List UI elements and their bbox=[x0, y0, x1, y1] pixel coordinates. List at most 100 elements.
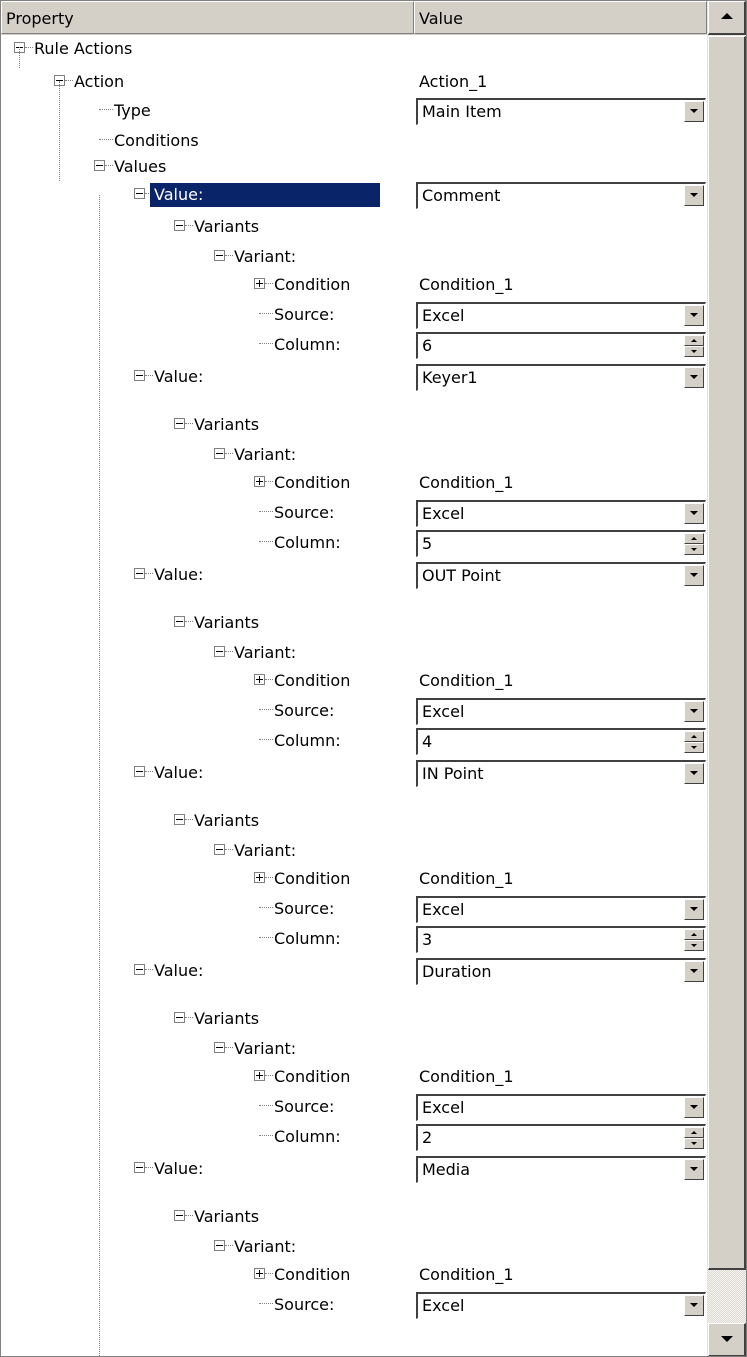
value-dropdown[interactable]: Main Item bbox=[416, 98, 706, 125]
collapse-icon[interactable] bbox=[174, 1012, 185, 1023]
tree-row-column[interactable]: Column: 6 bbox=[1, 331, 707, 359]
value-dropdown[interactable]: Duration bbox=[416, 958, 706, 985]
tree-row-variants[interactable]: Variants bbox=[1, 1203, 707, 1231]
spin-down-button[interactable] bbox=[684, 1138, 704, 1149]
expand-icon[interactable] bbox=[254, 872, 265, 883]
value-dropdown[interactable]: Keyer1 bbox=[416, 364, 706, 391]
tree-row-action[interactable]: Action Action_1 bbox=[1, 68, 707, 96]
collapse-icon[interactable] bbox=[174, 616, 185, 627]
value-dropdown[interactable]: Excel bbox=[416, 1292, 706, 1319]
expand-icon[interactable] bbox=[254, 1268, 265, 1279]
expand-icon[interactable] bbox=[254, 476, 265, 487]
tree-row-condition[interactable]: Condition Condition_1 bbox=[1, 865, 707, 893]
tree-row-source[interactable]: Source: Excel bbox=[1, 1291, 707, 1319]
value-dropdown[interactable]: Excel bbox=[416, 500, 706, 527]
dropdown-button[interactable] bbox=[684, 1295, 704, 1316]
scroll-up-button[interactable] bbox=[708, 1, 746, 35]
tree-row-column[interactable]: Column: 3 bbox=[1, 925, 707, 953]
value-spinner[interactable]: 4 bbox=[416, 728, 706, 755]
tree-row-source[interactable]: Source: Excel bbox=[1, 1093, 707, 1121]
spin-down-button[interactable] bbox=[684, 940, 704, 951]
tree-row-variant[interactable]: Variant: bbox=[1, 1035, 707, 1063]
dropdown-button[interactable] bbox=[684, 899, 704, 920]
value-dropdown[interactable]: Excel bbox=[416, 302, 706, 329]
tree-row-rule-actions[interactable]: Rule Actions bbox=[1, 35, 707, 63]
tree-row-condition[interactable]: Condition Condition_1 bbox=[1, 271, 707, 299]
tree-row-condition[interactable]: Condition Condition_1 bbox=[1, 667, 707, 695]
dropdown-button[interactable] bbox=[684, 565, 704, 586]
tree-row-variants[interactable]: Variants bbox=[1, 609, 707, 637]
tree-row-column[interactable]: Column: 4 bbox=[1, 727, 707, 755]
dropdown-button[interactable] bbox=[684, 1159, 704, 1180]
tree-row-source[interactable]: Source: Excel bbox=[1, 301, 707, 329]
collapse-icon[interactable] bbox=[134, 188, 145, 199]
spin-down-button[interactable] bbox=[684, 742, 704, 753]
spin-down-button[interactable] bbox=[684, 544, 704, 555]
collapse-icon[interactable] bbox=[214, 448, 225, 459]
value-dropdown[interactable]: Excel bbox=[416, 1094, 706, 1121]
spin-up-button[interactable] bbox=[684, 929, 704, 940]
value-spinner[interactable]: 5 bbox=[416, 530, 706, 557]
collapse-icon[interactable] bbox=[174, 1210, 185, 1221]
collapse-icon[interactable] bbox=[134, 964, 145, 975]
tree-row-variant[interactable]: Variant: bbox=[1, 1233, 707, 1261]
tree-row-column[interactable]: Column: 2 bbox=[1, 1123, 707, 1151]
tree-row-column[interactable]: Column: 5 bbox=[1, 529, 707, 557]
value-dropdown[interactable]: IN Point bbox=[416, 760, 706, 787]
expand-icon[interactable] bbox=[254, 278, 265, 289]
tree-row-source[interactable]: Source: Excel bbox=[1, 499, 707, 527]
spin-up-button[interactable] bbox=[684, 731, 704, 742]
property-column-header[interactable]: Property bbox=[1, 1, 414, 34]
value-dropdown[interactable]: Excel bbox=[416, 698, 706, 725]
dropdown-button[interactable] bbox=[684, 101, 704, 122]
tree-row-value[interactable]: Value: Keyer1 bbox=[1, 363, 707, 391]
value-dropdown[interactable]: Excel bbox=[416, 896, 706, 923]
dropdown-button[interactable] bbox=[684, 763, 704, 784]
tree-row-condition[interactable]: Condition Condition_1 bbox=[1, 1261, 707, 1289]
collapse-icon[interactable] bbox=[174, 418, 185, 429]
tree-row-value[interactable]: Value: Comment bbox=[1, 181, 707, 209]
collapse-icon[interactable] bbox=[134, 766, 145, 777]
tree-row-values[interactable]: Values bbox=[1, 153, 707, 181]
spin-up-button[interactable] bbox=[684, 1127, 704, 1138]
collapse-icon[interactable] bbox=[94, 160, 105, 171]
collapse-icon[interactable] bbox=[214, 1042, 225, 1053]
collapse-icon[interactable] bbox=[214, 1240, 225, 1251]
dropdown-button[interactable] bbox=[684, 1097, 704, 1118]
dropdown-button[interactable] bbox=[684, 185, 704, 206]
tree-row-conditions[interactable]: Conditions bbox=[1, 127, 707, 155]
tree-row-source[interactable]: Source: Excel bbox=[1, 697, 707, 725]
tree-row-variants[interactable]: Variants bbox=[1, 807, 707, 835]
collapse-icon[interactable] bbox=[214, 646, 225, 657]
collapse-icon[interactable] bbox=[134, 1162, 145, 1173]
collapse-icon[interactable] bbox=[134, 370, 145, 381]
dropdown-button[interactable] bbox=[684, 305, 704, 326]
tree-row-type[interactable]: Type Main Item bbox=[1, 97, 707, 125]
tree-row-value[interactable]: Value: Duration bbox=[1, 957, 707, 985]
tree-row-variants[interactable]: Variants bbox=[1, 411, 707, 439]
tree-row-value[interactable]: Value: IN Point bbox=[1, 759, 707, 787]
tree-row-variant[interactable]: Variant: bbox=[1, 441, 707, 469]
scroll-down-button[interactable] bbox=[708, 1323, 746, 1356]
spin-down-button[interactable] bbox=[684, 346, 704, 357]
scroll-thumb[interactable] bbox=[708, 36, 746, 1270]
vertical-scrollbar[interactable] bbox=[707, 1, 746, 1356]
value-spinner[interactable]: 2 bbox=[416, 1124, 706, 1151]
dropdown-button[interactable] bbox=[684, 701, 704, 722]
tree-row-variant[interactable]: Variant: bbox=[1, 837, 707, 865]
collapse-icon[interactable] bbox=[214, 250, 225, 261]
collapse-icon[interactable] bbox=[134, 568, 145, 579]
value-dropdown[interactable]: Comment bbox=[416, 182, 706, 209]
value-dropdown[interactable]: Media bbox=[416, 1156, 706, 1183]
spin-up-button[interactable] bbox=[684, 533, 704, 544]
collapse-icon[interactable] bbox=[174, 814, 185, 825]
spin-up-button[interactable] bbox=[684, 335, 704, 346]
expand-icon[interactable] bbox=[254, 674, 265, 685]
expand-icon[interactable] bbox=[254, 1070, 265, 1081]
tree-row-value[interactable]: Value: OUT Point bbox=[1, 561, 707, 589]
tree-row-variants[interactable]: Variants bbox=[1, 213, 707, 241]
tree-row-variants[interactable]: Variants bbox=[1, 1005, 707, 1033]
value-spinner[interactable]: 3 bbox=[416, 926, 706, 953]
collapse-icon[interactable] bbox=[174, 220, 185, 231]
value-spinner[interactable]: 6 bbox=[416, 332, 706, 359]
